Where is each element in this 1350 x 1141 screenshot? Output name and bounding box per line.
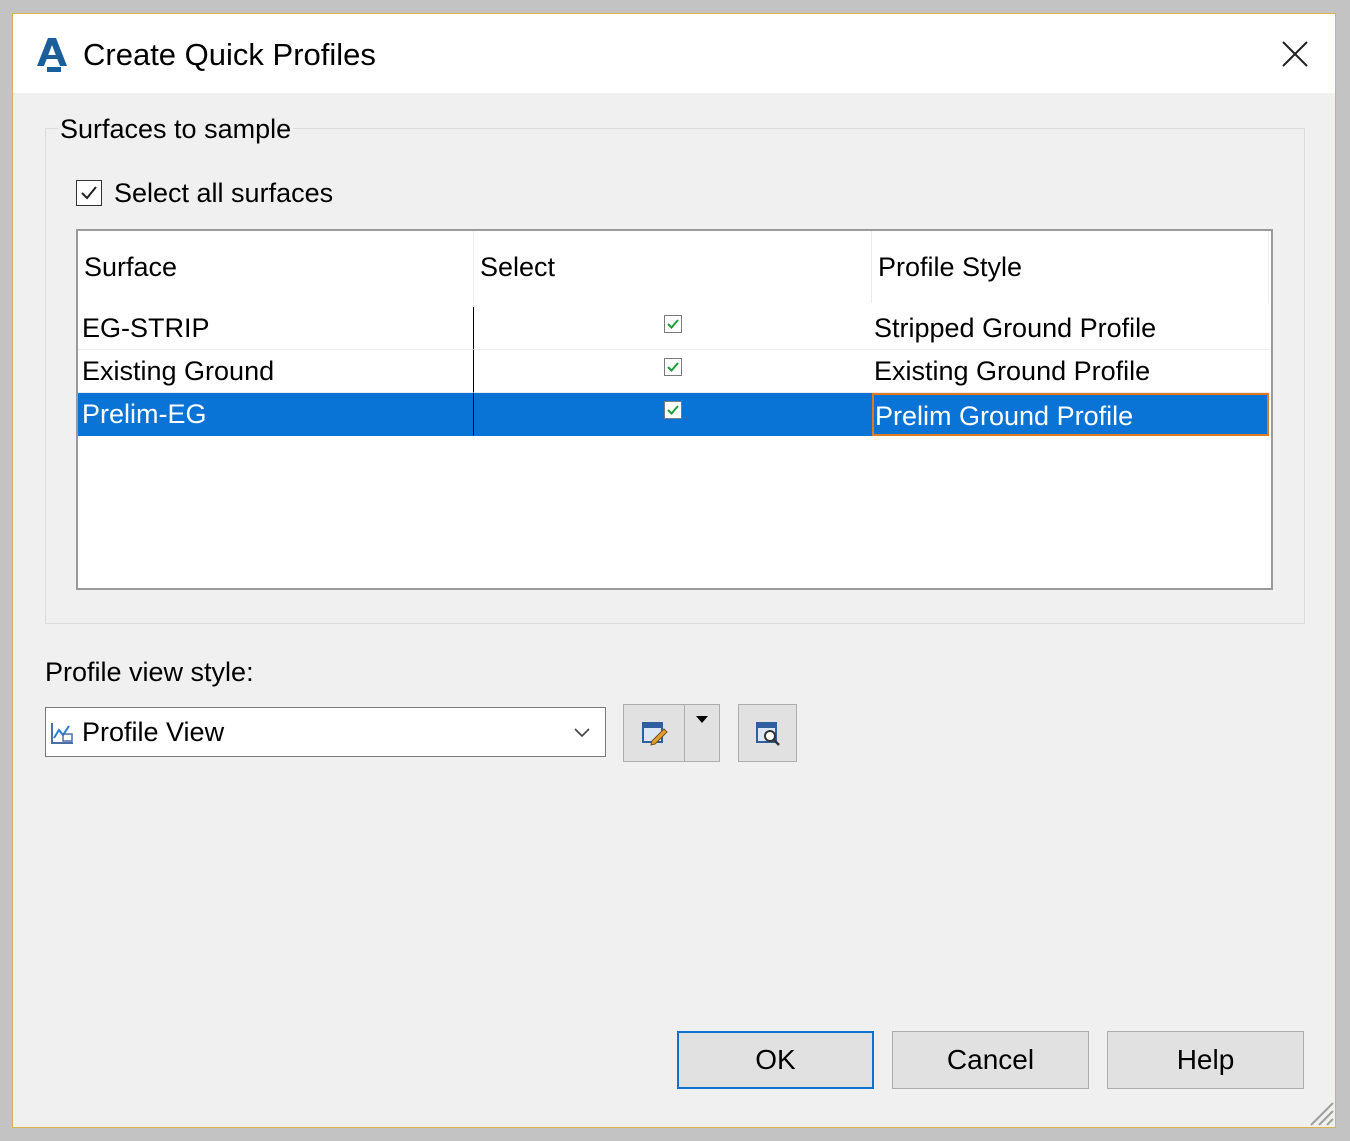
profile-style-cell[interactable]: Existing Ground Profile bbox=[872, 350, 1269, 393]
green-checkmark-icon bbox=[667, 319, 679, 329]
profile-view-style-value: Profile View bbox=[82, 717, 225, 747]
chevron-down-icon bbox=[574, 728, 590, 738]
green-checkmark-icon bbox=[667, 405, 679, 415]
create-quick-profiles-dialog: Create Quick Profiles Surfaces to sample… bbox=[12, 13, 1336, 1128]
edit-style-button[interactable] bbox=[624, 705, 685, 761]
autocad-civil3d-icon bbox=[33, 34, 71, 74]
grid-header: Surface Select Profile Style bbox=[78, 231, 1271, 303]
checkmark-icon bbox=[81, 186, 97, 200]
pick-from-drawing-icon bbox=[755, 722, 780, 746]
column-header-select[interactable]: Select bbox=[474, 231, 872, 303]
select-all-surfaces-checkbox[interactable]: Select all surfaces bbox=[76, 177, 333, 209]
profile-style-cell[interactable]: Stripped Ground Profile bbox=[872, 307, 1269, 350]
surface-name-cell[interactable]: Existing Ground bbox=[78, 350, 474, 393]
surface-name-cell[interactable]: EG-STRIP bbox=[78, 307, 474, 350]
select-all-checkbox-box[interactable] bbox=[76, 180, 102, 206]
table-row-selected[interactable]: Prelim-EG Prelim Ground Profile bbox=[78, 393, 1271, 436]
close-icon bbox=[1282, 41, 1308, 67]
row-select-checkbox[interactable] bbox=[664, 315, 682, 333]
window-title: Create Quick Profiles bbox=[83, 37, 376, 72]
table-row[interactable]: EG-STRIP Stripped Ground Profile bbox=[78, 307, 1271, 350]
resize-grip-icon[interactable] bbox=[1299, 1091, 1335, 1127]
pick-from-drawing-button[interactable] bbox=[738, 704, 797, 762]
row-select-checkbox[interactable] bbox=[664, 358, 682, 376]
help-button[interactable]: Help bbox=[1107, 1031, 1304, 1089]
edit-style-icon bbox=[642, 722, 668, 746]
caret-down-icon bbox=[696, 716, 708, 723]
profile-view-style-icon bbox=[51, 723, 73, 744]
surfaces-to-sample-group: Surfaces to sample Select all surfaces S… bbox=[45, 113, 1305, 624]
column-header-profile-style[interactable]: Profile Style bbox=[872, 231, 1269, 303]
profile-style-cell-focused[interactable]: Prelim Ground Profile bbox=[872, 393, 1269, 436]
group-legend: Surfaces to sample bbox=[58, 113, 294, 145]
title-bar[interactable]: Create Quick Profiles bbox=[13, 14, 1335, 93]
profile-view-style-label: Profile view style: bbox=[45, 657, 254, 687]
row-select-checkbox[interactable] bbox=[664, 401, 682, 419]
cancel-button[interactable]: Cancel bbox=[892, 1031, 1089, 1089]
select-cell[interactable] bbox=[474, 307, 872, 350]
table-row[interactable]: Existing Ground Existing Ground Profile bbox=[78, 350, 1271, 393]
select-cell[interactable] bbox=[474, 393, 872, 436]
column-header-surface[interactable]: Surface bbox=[78, 231, 474, 303]
surface-name-cell[interactable]: Prelim-EG bbox=[78, 393, 474, 436]
ok-button[interactable]: OK bbox=[677, 1031, 874, 1089]
select-all-label: Select all surfaces bbox=[114, 178, 334, 208]
green-checkmark-icon bbox=[667, 362, 679, 372]
select-cell[interactable] bbox=[474, 350, 872, 393]
surfaces-grid[interactable]: Surface Select Profile Style EG-STRIP St… bbox=[76, 229, 1273, 590]
edit-style-split-button[interactable] bbox=[623, 704, 720, 762]
profile-view-style-dropdown[interactable]: Profile View bbox=[45, 707, 606, 757]
edit-style-dropdown-arrow[interactable] bbox=[685, 705, 719, 761]
close-button[interactable] bbox=[1275, 34, 1315, 74]
